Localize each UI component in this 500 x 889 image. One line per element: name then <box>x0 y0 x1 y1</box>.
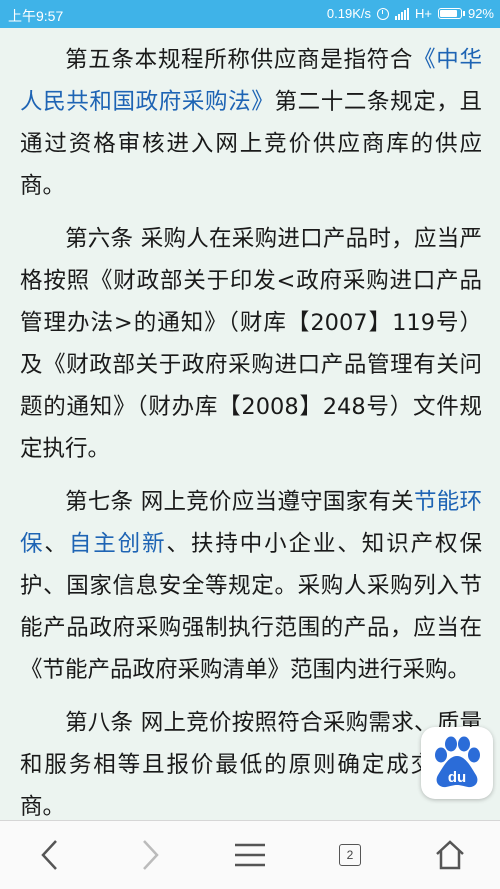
status-time: 上午9:57 <box>8 8 64 24</box>
status-indicators: 0.19K/s H+ 92% <box>327 6 494 21</box>
signal-icon <box>394 7 409 20</box>
network-type: H+ <box>414 6 432 21</box>
menu-icon <box>235 843 265 867</box>
article-content[interactable]: 第五条本规程所称供应商是指符合《中华人民共和国政府采购法》第二十二条规定，且通过… <box>0 28 500 820</box>
paragraph-text: 第八条 网上竞价按照符合采购需求、质量和服务相等且报价最低的原则确定成交供应商。 <box>20 710 482 820</box>
tabs-button[interactable]: 2 <box>300 821 400 889</box>
back-icon <box>41 840 57 870</box>
status-bar: 上午9:57 0.19K/s H+ 92% <box>0 0 500 28</box>
article-paragraph: 第七条 网上竞价应当遵守国家有关节能环保、自主创新、扶持中小企业、知识产权保护、… <box>0 481 500 691</box>
paragraph-text: 第七条 网上竞价应当遵守国家有关 <box>65 489 414 515</box>
article-paragraph: 第五条本规程所称供应商是指符合《中华人民共和国政府采购法》第二十二条规定，且通过… <box>0 39 500 207</box>
forward-icon <box>143 840 159 870</box>
network-speed: 0.19K/s <box>326 6 371 21</box>
menu-button[interactable] <box>200 821 300 889</box>
home-button[interactable] <box>400 821 500 889</box>
tabs-icon: 2 <box>339 844 361 866</box>
baidu-floating-button[interactable]: du <box>421 727 493 799</box>
battery-percent: 92% <box>467 6 494 21</box>
paragraph-text: 、 <box>44 531 69 557</box>
paragraph-text: 第六条 采购人在采购进口产品时，应当严格按照《财政部关于印发<政府采购进口产品管… <box>20 226 482 462</box>
battery-fill <box>439 10 457 17</box>
forward-button[interactable] <box>100 821 200 889</box>
innovation-link[interactable]: 自主创新 <box>69 531 167 557</box>
alarm-icon <box>376 7 389 20</box>
baidu-paw-icon: du <box>435 736 480 788</box>
baidu-label: du <box>448 769 466 786</box>
paragraph-text: 第五条本规程所称供应商是指符合 <box>65 47 414 73</box>
article-paragraph: 第六条 采购人在采购进口产品时，应当严格按照《财政部关于印发<政府采购进口产品管… <box>0 218 500 470</box>
battery-icon <box>437 8 465 19</box>
back-button[interactable] <box>0 821 100 889</box>
bottom-navigation: 2 <box>0 820 500 889</box>
home-icon <box>436 840 464 870</box>
